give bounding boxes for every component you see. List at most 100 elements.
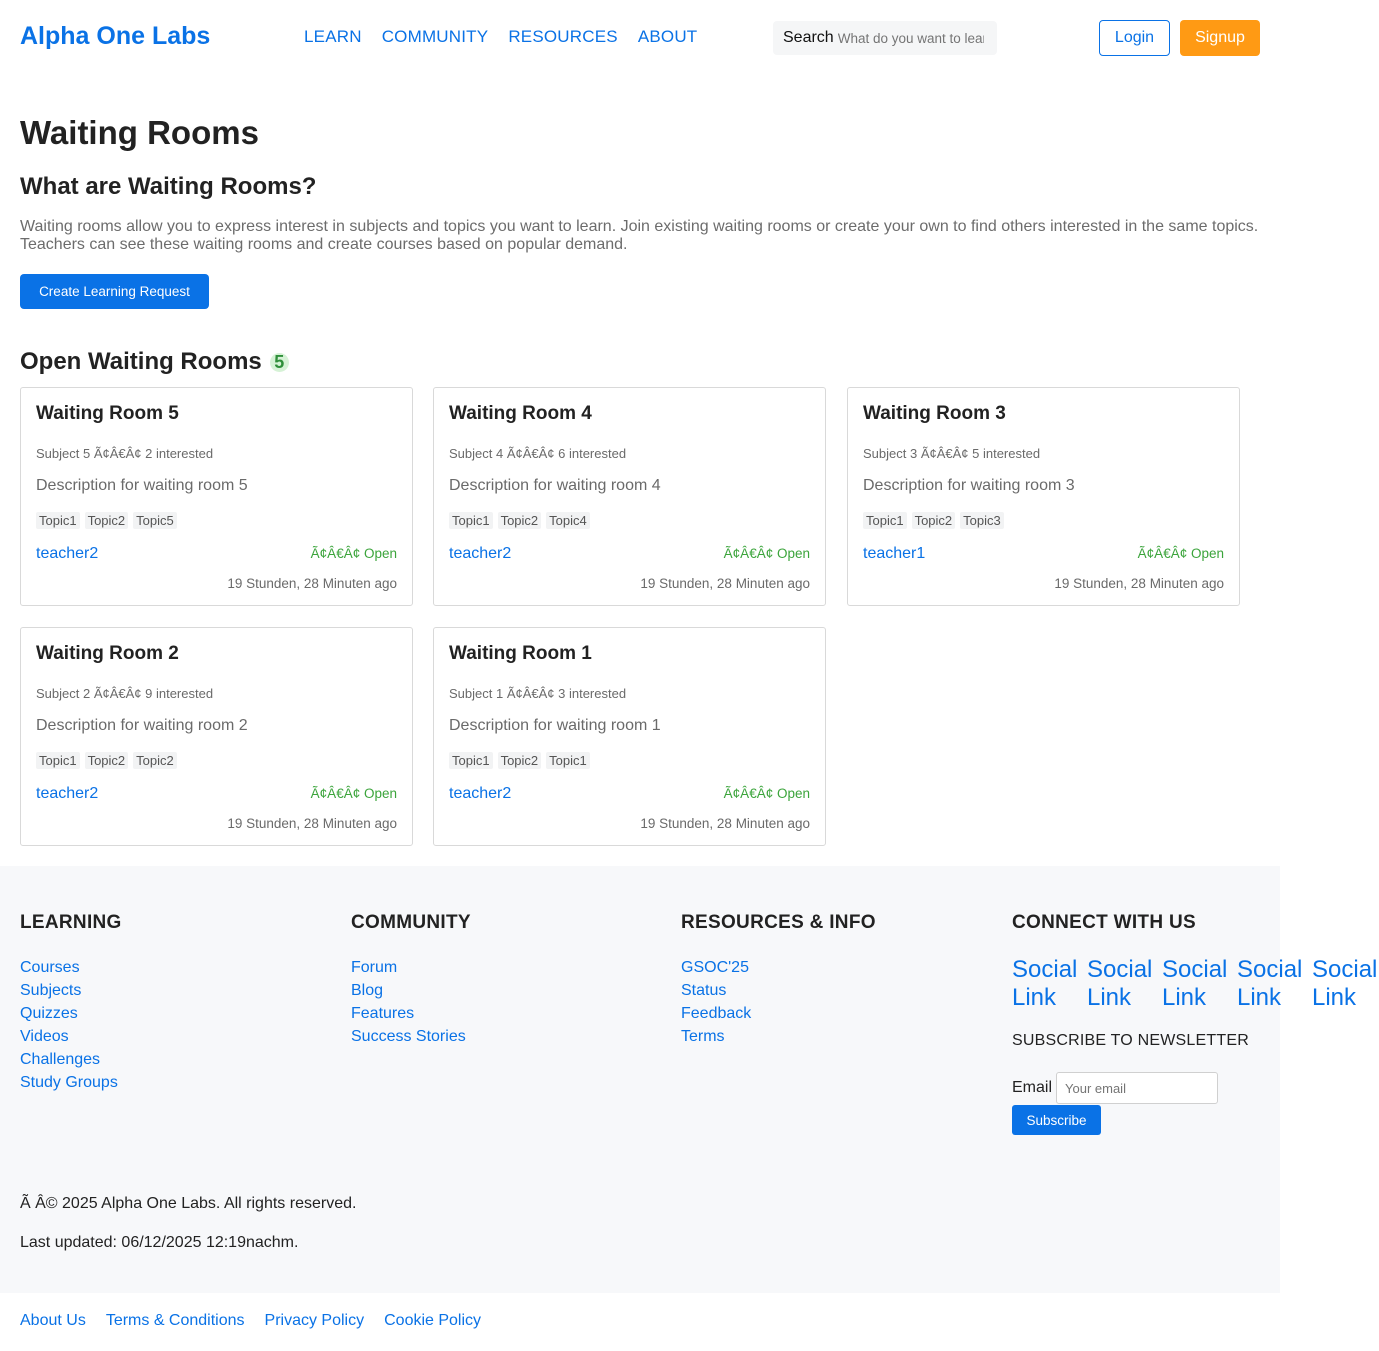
social-link[interactable]: Social Link [1162,956,1237,1012]
footer-link-courses[interactable]: Courses [20,959,80,976]
status-badge: Ã¢Â€Â¢ Open [310,546,397,561]
card-tags: Topic1 Topic2 Topic4 [449,512,590,529]
card-description: Description for waiting room 4 [449,477,661,494]
cookie-policy-link[interactable]: Cookie Policy [384,1312,481,1330]
email-label: Email [1012,1079,1053,1096]
card-meta: Subject 4 Ã¢Â€Â¢ 6 interested [449,446,627,461]
social-link[interactable]: Social Link [1312,956,1379,1012]
card-description: Description for waiting room 5 [36,477,248,494]
tag: Topic1 [863,512,907,529]
tag: Topic1 [36,512,80,529]
subscribe-button[interactable]: Subscribe [1012,1105,1101,1135]
card-meta: Subject 3 Ã¢Â€Â¢ 5 interested [863,446,1041,461]
card-title: Waiting Room 5 [36,403,179,424]
waiting-room-card: Waiting Room 3 Subject 3 Ã¢Â€Â¢ 5 intere… [847,387,1240,606]
tag: Topic4 [546,512,590,529]
card-tags: Topic1 Topic2 Topic2 [36,752,177,769]
social-link[interactable]: Social Link [1087,956,1162,1012]
last-updated-text: Last updated: 06/12/2025 12:19nachm. [20,1234,299,1251]
about-us-link[interactable]: About Us [20,1312,86,1330]
login-button[interactable]: Login [1099,20,1170,56]
waiting-room-card: Waiting Room 1 Subject 1 Ã¢Â€Â¢ 3 intere… [433,627,826,846]
footer-community-column: COMMUNITY Forum Blog Features Success St… [351,912,471,1048]
footer-learning-column: LEARNING Courses Subjects Quizzes Videos… [20,912,122,1094]
card-meta: Subject 1 Ã¢Â€Â¢ 3 interested [449,686,627,701]
footer-link-forum[interactable]: Forum [351,959,397,976]
footer-link-quizzes[interactable]: Quizzes [20,1005,78,1022]
section-title: What are Waiting Rooms? [20,173,317,200]
create-learning-request-button[interactable]: Create Learning Request [20,274,209,309]
social-link[interactable]: Social Link [1237,956,1312,1012]
tag: Topic2 [497,752,542,769]
terms-conditions-link[interactable]: Terms & Conditions [106,1312,245,1330]
tag: Topic1 [449,512,493,529]
site-header: Alpha One Labs LEARN COMMUNITY RESOURCES… [0,0,1280,76]
card-tags: Topic1 Topic2 Topic1 [449,752,590,769]
timestamp: 19 Stunden, 28 Minuten ago [227,816,397,831]
intro-text: Waiting rooms allow you to express inter… [20,218,1259,253]
card-description: Description for waiting room 1 [449,717,661,734]
waiting-room-card: Waiting Room 4 Subject 4 Ã¢Â€Â¢ 6 intere… [433,387,826,606]
footer-community-title: COMMUNITY [351,912,471,933]
newsletter-title: SUBSCRIBE TO NEWSLETTER [1012,1032,1249,1049]
footer-learning-title: LEARNING [20,912,122,933]
timestamp: 19 Stunden, 28 Minuten ago [227,576,397,591]
nav-learn[interactable]: LEARN [304,27,362,47]
social-links: Social Link Social Link Social Link Soci… [1012,956,1379,1012]
card-meta: Subject 5 Ã¢Â€Â¢ 2 interested [36,446,214,461]
tag: Topic1 [546,752,590,769]
signup-button[interactable]: Signup [1180,20,1260,56]
open-waiting-rooms-title: Open Waiting Rooms 5 [20,348,289,376]
footer-connect-column: CONNECT WITH US Social Link Social Link … [1012,912,1379,1135]
card-title: Waiting Room 2 [36,643,179,664]
teacher-link[interactable]: teacher2 [449,545,511,563]
social-link[interactable]: Social Link [1012,956,1087,1012]
email-row: Email [1012,1072,1379,1104]
teacher-link[interactable]: teacher2 [36,545,98,563]
copyright-text: Ã Â© 2025 Alpha One Labs. All rights res… [20,1195,357,1212]
footer-link-status[interactable]: Status [681,982,726,999]
card-title: Waiting Room 1 [449,643,592,664]
search-box: Search [773,21,997,55]
open-waiting-rooms-label: Open Waiting Rooms [20,348,262,375]
site-footer: LEARNING Courses Subjects Quizzes Videos… [0,866,1377,1293]
nav-community[interactable]: COMMUNITY [382,27,489,47]
tag: Topic1 [449,752,493,769]
tag: Topic2 [84,752,129,769]
count-badge: 5 [269,352,289,372]
teacher-link[interactable]: teacher1 [863,545,925,563]
timestamp: 19 Stunden, 28 Minuten ago [1054,576,1224,591]
card-description: Description for waiting room 2 [36,717,248,734]
nav-resources[interactable]: RESOURCES [508,27,618,47]
search-label: Search [783,29,834,46]
status-badge: Ã¢Â€Â¢ Open [723,546,810,561]
teacher-link[interactable]: teacher2 [36,785,98,803]
brand-logo-link[interactable]: Alpha One Labs [20,22,210,51]
footer-link-study-groups[interactable]: Study Groups [20,1074,118,1091]
page-title: Waiting Rooms [20,114,259,151]
footer-link-terms[interactable]: Terms [681,1028,725,1045]
footer-link-gsoc[interactable]: GSOC'25 [681,959,749,976]
privacy-policy-link[interactable]: Privacy Policy [265,1312,365,1330]
footer-connect-title: CONNECT WITH US [1012,912,1196,933]
footer-link-success-stories[interactable]: Success Stories [351,1028,466,1045]
footer-link-features[interactable]: Features [351,1005,414,1022]
teacher-link[interactable]: teacher2 [449,785,511,803]
status-badge: Ã¢Â€Â¢ Open [1137,546,1224,561]
timestamp: 19 Stunden, 28 Minuten ago [640,816,810,831]
footer-link-videos[interactable]: Videos [20,1028,69,1045]
nav-about[interactable]: ABOUT [638,27,698,47]
footer-link-blog[interactable]: Blog [351,982,383,999]
tag: Topic2 [911,512,956,529]
card-tags: Topic1 Topic2 Topic3 [863,512,1004,529]
search-input[interactable] [837,30,984,46]
tag: Topic2 [133,752,177,769]
footer-resources-title: RESOURCES & INFO [681,912,876,933]
footer-link-subjects[interactable]: Subjects [20,982,81,999]
footer-link-challenges[interactable]: Challenges [20,1051,100,1068]
footer-link-feedback[interactable]: Feedback [681,1005,751,1022]
newsletter-email-input[interactable] [1056,1072,1219,1104]
footer-resources-column: RESOURCES & INFO GSOC'25 Status Feedback… [681,912,876,1048]
status-badge: Ã¢Â€Â¢ Open [723,786,810,801]
tag: Topic5 [133,512,177,529]
